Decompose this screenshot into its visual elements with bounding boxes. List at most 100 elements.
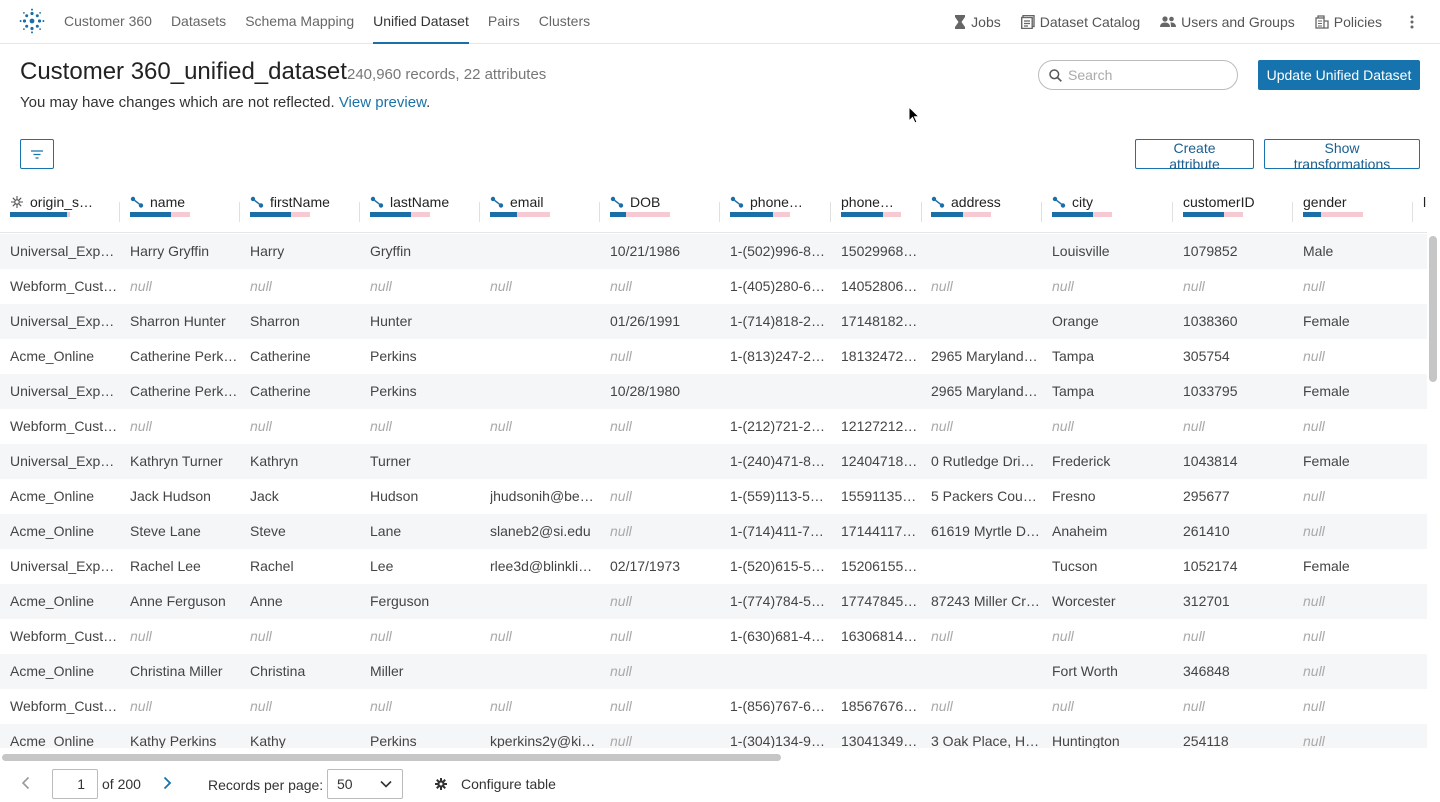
policies-icon [1315, 15, 1329, 29]
table-row[interactable]: Webform_Cust… null null null null null 1-(630)… [0, 619, 1427, 654]
column-fill-bar-value [1052, 212, 1093, 217]
create-attribute-button[interactable]: Create attribute [1135, 139, 1254, 172]
table-row[interactable]: Webform_Cust… null null null null null 1-(405)… [0, 269, 1427, 304]
tab-unified-dataset[interactable]: Unified Dataset [373, 0, 469, 44]
column-divider[interactable] [119, 202, 120, 222]
column-header[interactable]: city [1052, 188, 1172, 233]
app-logo-icon[interactable] [19, 8, 45, 34]
table-cell: Perkins [370, 348, 417, 364]
horizontal-scrollbar[interactable] [2, 754, 781, 761]
table-cell: Turner [370, 453, 411, 469]
table-row[interactable]: Acme_Online Catherine Perk… Catherine Perki… [0, 339, 1427, 374]
column-divider[interactable] [479, 202, 480, 222]
vertical-scrollbar[interactable] [1429, 236, 1437, 382]
column-header[interactable]: address [931, 188, 1041, 233]
column-header[interactable]: DOB [610, 188, 718, 233]
table-row[interactable]: Universal_Exp… Harry Gryffin Harry Gryffin 1… [0, 234, 1427, 269]
column-divider[interactable] [719, 202, 720, 222]
tab-pairs[interactable]: Pairs [488, 0, 520, 44]
table-cell: null [610, 663, 632, 679]
table-cell: Webform_Cust… [10, 698, 118, 714]
table-cell: 61619 Myrtle D… [931, 523, 1040, 539]
table-row[interactable]: Webform_Cust… null null null null null 1-(212)… [0, 409, 1427, 444]
page-number-input[interactable]: 1 [52, 769, 98, 799]
view-preview-link[interactable]: View preview [339, 94, 426, 111]
column-divider[interactable] [1412, 202, 1413, 222]
tab-clusters[interactable]: Clusters [539, 0, 590, 44]
column-header[interactable]: gender [1303, 188, 1413, 233]
search-input[interactable] [1068, 67, 1218, 83]
update-unified-dataset-button[interactable]: Update Unified Dataset [1258, 60, 1420, 90]
table-cell [1423, 444, 1427, 479]
column-header[interactable]: origin_s… [10, 188, 118, 233]
table-cell: Anne [250, 593, 283, 609]
records-per-page-select[interactable]: 50 [327, 769, 403, 799]
table-cell: 1052174 [1183, 558, 1238, 574]
jobs-link[interactable]: Jobs [954, 14, 1001, 30]
column-divider[interactable] [830, 202, 831, 222]
table-cell: 15029968… [841, 243, 918, 259]
column-header[interactable]: phone… [730, 188, 830, 233]
table-cell: Kathy [250, 733, 286, 748]
tab-customer-360[interactable]: Customer 360 [64, 0, 152, 44]
table-cell: 1-(630)681-4… [730, 628, 825, 644]
table-header: origin_s… name firstName lastName email DOB ph… [0, 188, 1427, 233]
table-cell: slaneb2@si.edu [490, 523, 591, 539]
column-divider[interactable] [599, 202, 600, 222]
table-row[interactable]: Universal_Exp… Rachel Lee Rachel Lee rlee3d@… [0, 549, 1427, 584]
table-cell: null [1303, 348, 1325, 364]
table-cell: Ferguson [370, 593, 430, 609]
table-row[interactable]: Acme_Online Anne Ferguson Anne Ferguson null… [0, 584, 1427, 619]
chevron-down-icon [380, 780, 392, 788]
column-header[interactable]: firstName [250, 188, 358, 233]
table-cell [490, 234, 598, 269]
column-header[interactable]: customerID [1183, 188, 1293, 233]
column-header-label: email [490, 194, 543, 210]
table-cell: Acme_Online [10, 523, 95, 539]
column-header[interactable]: l [1423, 188, 1427, 233]
column-fill-bar [841, 212, 901, 217]
column-divider[interactable] [1041, 202, 1042, 222]
table-row[interactable]: Universal_Exp… Sharron Hunter Sharron Hunte… [0, 304, 1427, 339]
previous-page-icon[interactable] [18, 775, 34, 791]
next-page-icon[interactable] [159, 775, 175, 791]
column-fill-bar-value [610, 212, 627, 217]
column-header[interactable]: email [490, 188, 598, 233]
show-transformations-button[interactable]: Show transformations [1264, 139, 1420, 172]
table-row[interactable]: Webform_Cust… null null null null null 1-(856)… [0, 689, 1427, 724]
column-header[interactable]: lastName [370, 188, 478, 233]
column-divider[interactable] [359, 202, 360, 222]
column-divider[interactable] [239, 202, 240, 222]
table-cell: Kathryn [250, 453, 299, 469]
users-groups-link[interactable]: Users and Groups [1160, 14, 1295, 30]
dataset-catalog-link[interactable]: Dataset Catalog [1020, 14, 1141, 30]
tab-schema-mapping[interactable]: Schema Mapping [245, 0, 354, 44]
column-header-text: address [951, 194, 1001, 210]
table-row[interactable]: Acme_Online Christina Miller Christina Mill… [0, 654, 1427, 689]
table-row[interactable]: Universal_Exp… Kathryn Turner Kathryn Turne… [0, 444, 1427, 479]
table-cell: null [1303, 523, 1325, 539]
table-cell [1423, 689, 1427, 724]
filter-button[interactable] [20, 139, 54, 169]
policies-link[interactable]: Policies [1315, 14, 1382, 30]
table-cell: 16306814… [841, 628, 918, 644]
search-box[interactable] [1038, 60, 1238, 90]
column-header-text: email [510, 194, 544, 210]
column-divider[interactable] [921, 202, 922, 222]
configure-table-button[interactable]: Configure table [435, 776, 556, 792]
table-cell: 305754 [1183, 348, 1230, 364]
column-header[interactable]: name [130, 188, 238, 233]
dataset-catalog-label: Dataset Catalog [1039, 14, 1141, 30]
table-row[interactable]: Acme_Online Jack Hudson Jack Hudson jhudsoni… [0, 479, 1427, 514]
column-divider[interactable] [1172, 202, 1173, 222]
column-header[interactable]: phone… [841, 188, 921, 233]
column-divider[interactable] [1292, 202, 1293, 222]
table-row[interactable]: Acme_Online Steve Lane Steve Lane slaneb2@si… [0, 514, 1427, 549]
table-cell: Catherine Perk… [130, 348, 238, 364]
more-menu-icon[interactable] [1402, 15, 1422, 29]
column-fill-bar-value [250, 212, 291, 217]
column-fill-bar-value [370, 212, 411, 217]
table-row[interactable]: Universal_Exp… Catherine Perk… Catherine Pe… [0, 374, 1427, 409]
table-row[interactable]: Acme_Online Kathy Perkins Kathy Perkins kper… [0, 724, 1427, 748]
tab-datasets[interactable]: Datasets [171, 0, 226, 44]
